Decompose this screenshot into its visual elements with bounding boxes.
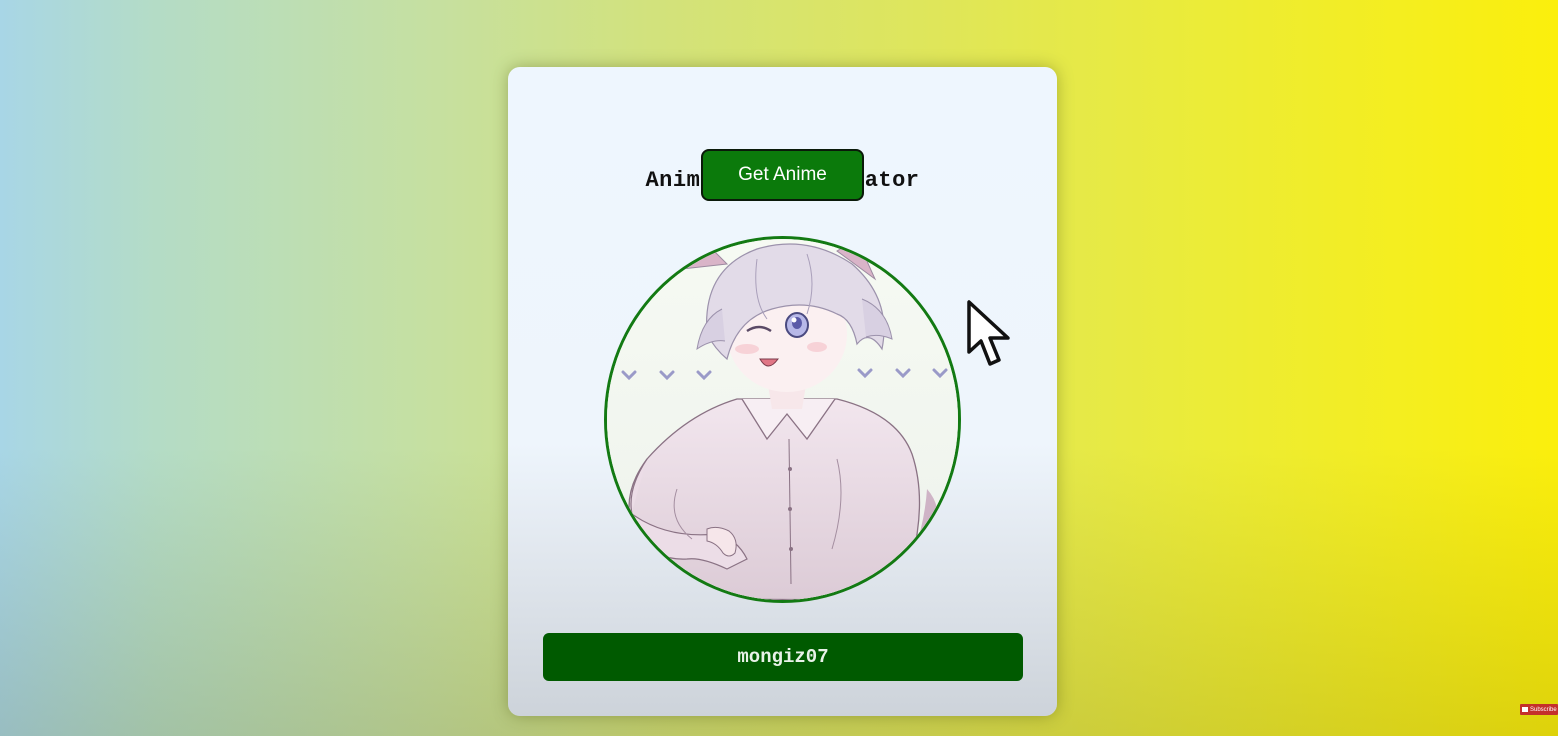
username-bar: mongiz07 — [543, 633, 1023, 681]
mouse-pointer-icon — [967, 300, 1010, 366]
subscribe-label: Subscribe — [1530, 706, 1557, 713]
anime-image — [604, 236, 961, 603]
youtube-play-icon — [1522, 707, 1528, 712]
anime-character-illustration — [607, 239, 958, 600]
get-anime-button[interactable]: Get Anime — [701, 149, 864, 201]
subscribe-badge[interactable]: Subscribe — [1520, 704, 1558, 715]
